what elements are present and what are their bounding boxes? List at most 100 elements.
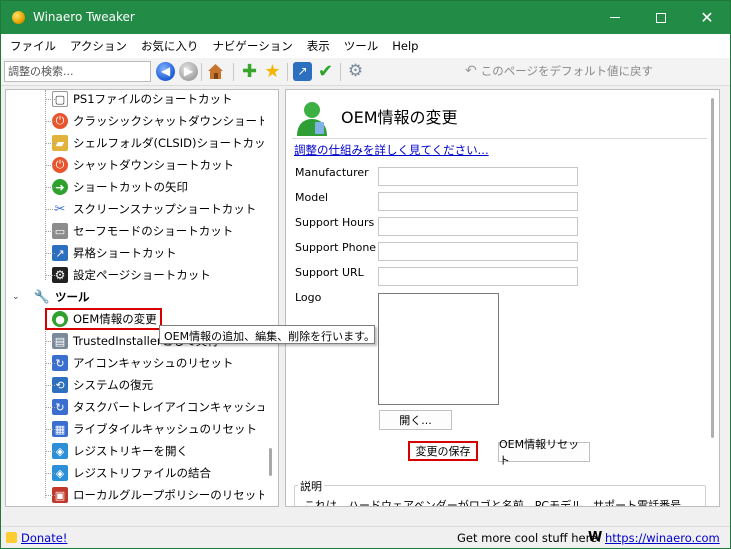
tree-item-ps1[interactable]: ▢ PS1ファイルのショートカット: [36, 90, 233, 110]
donate-icon: [6, 532, 17, 543]
tree-item-elevated[interactable]: ↗ 昇格ショートカット: [36, 242, 177, 264]
tree-item-tray-cache[interactable]: ↻ タスクバートレイアイコンキャッシュをリセット: [36, 396, 278, 418]
app-icon: [12, 11, 25, 24]
support-hours-label: Support Hours: [295, 216, 375, 229]
reset-oem-button[interactable]: OEM情報リセット: [498, 438, 590, 467]
tooltip: OEM情報の追加、編集、削除を行います。: [159, 325, 375, 344]
tree-item-screen-snip[interactable]: ✂ スクリーンスナップショートカット: [36, 198, 256, 220]
learn-more-link[interactable]: 調整の仕組みを詳しく見てください...: [294, 142, 489, 158]
search-input[interactable]: [4, 61, 151, 82]
tree-item-label: スクリーンスナップショートカット: [73, 202, 257, 216]
undo-icon: ↶: [465, 63, 477, 79]
selection-highlight: [45, 308, 162, 330]
maximize-button[interactable]: [638, 1, 684, 34]
menu-view[interactable]: 表示: [300, 34, 337, 58]
forward-arrow-icon[interactable]: ▶: [179, 62, 198, 81]
tree-item-classic-shutdown[interactable]: ⏻ クラッシックシャットダウンショートカット: [36, 110, 278, 132]
tree-item-label: レジストリキーを開く: [73, 444, 188, 458]
description-title: 説明: [298, 478, 324, 494]
content-scrollbar[interactable]: [707, 90, 719, 506]
manufacturer-label: Manufacturer: [295, 166, 369, 179]
manufacturer-input[interactable]: [378, 167, 578, 186]
tree-item-label: PS1ファイルのショートカット: [73, 92, 233, 106]
tree-item-settings-page[interactable]: ⚙ 設定ページショートカット: [36, 264, 211, 286]
tree-item-label: レジストリファイルの結合: [73, 466, 211, 480]
tree-item-shutdown[interactable]: ⏻ シャットダウンショートカット: [36, 154, 234, 176]
reset-default-label: このページをデフォルト値に戻す: [480, 64, 654, 78]
toolbar-separator: [201, 63, 202, 81]
menu-file[interactable]: ファイル: [3, 34, 63, 58]
close-button[interactable]: ✕: [684, 1, 730, 34]
reset-default-button[interactable]: ↶ このページをデフォルト値に戻す: [465, 63, 653, 79]
navigation-tree[interactable]: ▢ PS1ファイルのショートカット ⏻ クラッシックシャットダウンショートカット…: [5, 89, 279, 507]
toolbar-separator: [287, 63, 288, 81]
jump-icon[interactable]: ↗: [293, 62, 312, 81]
tools-icon: 🔧: [33, 289, 51, 305]
support-phone-input[interactable]: [378, 242, 578, 261]
menu-bar: ファイル アクション お気に入り ナビゲーション 表示 ツール Help: [1, 34, 730, 58]
tree-item-label: システムの復元: [73, 378, 154, 392]
toolbar-separator: [233, 63, 234, 81]
gear-icon[interactable]: ⚙: [346, 62, 365, 81]
add-favorite-icon[interactable]: ✚: [240, 62, 259, 81]
description-text: これは、ハードウェアベンダーがロゴと名前、PCモデル、サポート電話番号、サポート…: [304, 499, 693, 507]
close-icon: ✕: [700, 7, 714, 27]
tree-category-label: ツール: [55, 290, 90, 304]
tree-scrollbar[interactable]: [264, 90, 278, 506]
tree-item-label: ローカルグループポリシーのリセット: [73, 488, 268, 502]
menu-help[interactable]: Help: [385, 34, 425, 58]
menu-navigation[interactable]: ナビゲーション: [205, 34, 299, 58]
model-input[interactable]: [378, 192, 578, 211]
tree-item-icon-cache[interactable]: ↻ アイコンキャッシュのリセット: [36, 352, 233, 374]
tree-category-tools[interactable]: ⌄ 🔧 ツール: [12, 286, 90, 308]
home-icon[interactable]: [206, 62, 225, 81]
toolbar-separator: [340, 63, 341, 81]
menu-action[interactable]: アクション: [63, 34, 134, 58]
tree-item-label: ショートカットの矢印: [73, 180, 188, 194]
page-title: OEM情報の変更: [341, 108, 458, 127]
menu-tools[interactable]: ツール: [337, 34, 386, 58]
status-bar: Donate! Get more cool stuff here: W http…: [1, 526, 730, 548]
title-bar[interactable]: Winaero Tweaker ✕: [1, 1, 730, 34]
tree-item-merge-registry[interactable]: ◈ レジストリファイルの結合: [36, 462, 211, 484]
tree-item-live-tile-cache[interactable]: ▦ ライブタイルキャッシュのリセット: [36, 418, 257, 440]
back-arrow-icon[interactable]: ◀: [156, 62, 175, 81]
tree-item-label: シェルフォルダ(CLSID)ショートカット: [73, 136, 277, 150]
tree-item-shell-folder[interactable]: ▰ シェルフォルダ(CLSID)ショートカット: [36, 132, 277, 154]
support-url-label: Support URL: [295, 266, 364, 279]
apply-check-icon[interactable]: ✔: [316, 62, 335, 81]
tree-item-label: 設定ページショートカット: [73, 268, 211, 282]
content-scroll-thumb[interactable]: [711, 98, 714, 438]
star-icon[interactable]: ★: [263, 62, 282, 81]
tree-item-label: セーフモードのショートカット: [73, 224, 234, 238]
winaero-logo-icon: W: [588, 530, 603, 545]
tree-item-label: シャットダウンショートカット: [73, 158, 234, 172]
tree-item-label: 昇格ショートカット: [73, 246, 177, 260]
logo-preview: [378, 293, 499, 405]
support-hours-input[interactable]: [378, 217, 578, 236]
tree-item-label: アイコンキャッシュのリセット: [73, 356, 234, 370]
tree-item-label: ライブタイルキャッシュのリセット: [73, 422, 257, 436]
minimize-icon: [610, 17, 620, 18]
support-url-input[interactable]: [378, 267, 578, 286]
maximize-icon: [656, 12, 666, 23]
tree-item-shortcut-arrow[interactable]: ➜ ショートカットの矢印: [36, 176, 188, 198]
tree-scroll-thumb[interactable]: [269, 448, 272, 476]
tree-item-open-registry[interactable]: ◈ レジストリキーを開く: [36, 440, 188, 462]
open-logo-button[interactable]: 開く...: [379, 410, 452, 430]
user-icon: [292, 98, 332, 138]
donate-link[interactable]: Donate!: [21, 531, 67, 545]
winaero-site-link[interactable]: https://winaero.com: [605, 531, 720, 545]
tree-item-label: クラッシックシャットダウンショートカット: [73, 114, 278, 128]
support-phone-label: Support Phone: [295, 241, 377, 254]
save-changes-button[interactable]: 変更の保存: [408, 441, 478, 461]
content-panel: OEM情報の変更 調整の仕組みを詳しく見てください... Manufacture…: [285, 89, 720, 507]
tree-item-group-policy[interactable]: ▣ ローカルグループポリシーのリセット: [36, 484, 268, 506]
minimize-button[interactable]: [592, 1, 638, 34]
chevron-down-icon[interactable]: ⌄: [12, 292, 24, 302]
divider: [292, 138, 712, 139]
app-window: Winaero Tweaker ✕ ファイル アクション お気に入り ナビゲーシ…: [0, 0, 731, 549]
tree-item-safe-mode[interactable]: ▭ セーフモードのショートカット: [36, 220, 233, 242]
menu-favorites[interactable]: お気に入り: [134, 34, 206, 58]
tree-item-system-restore[interactable]: ⟲ システムの復元: [36, 374, 153, 396]
